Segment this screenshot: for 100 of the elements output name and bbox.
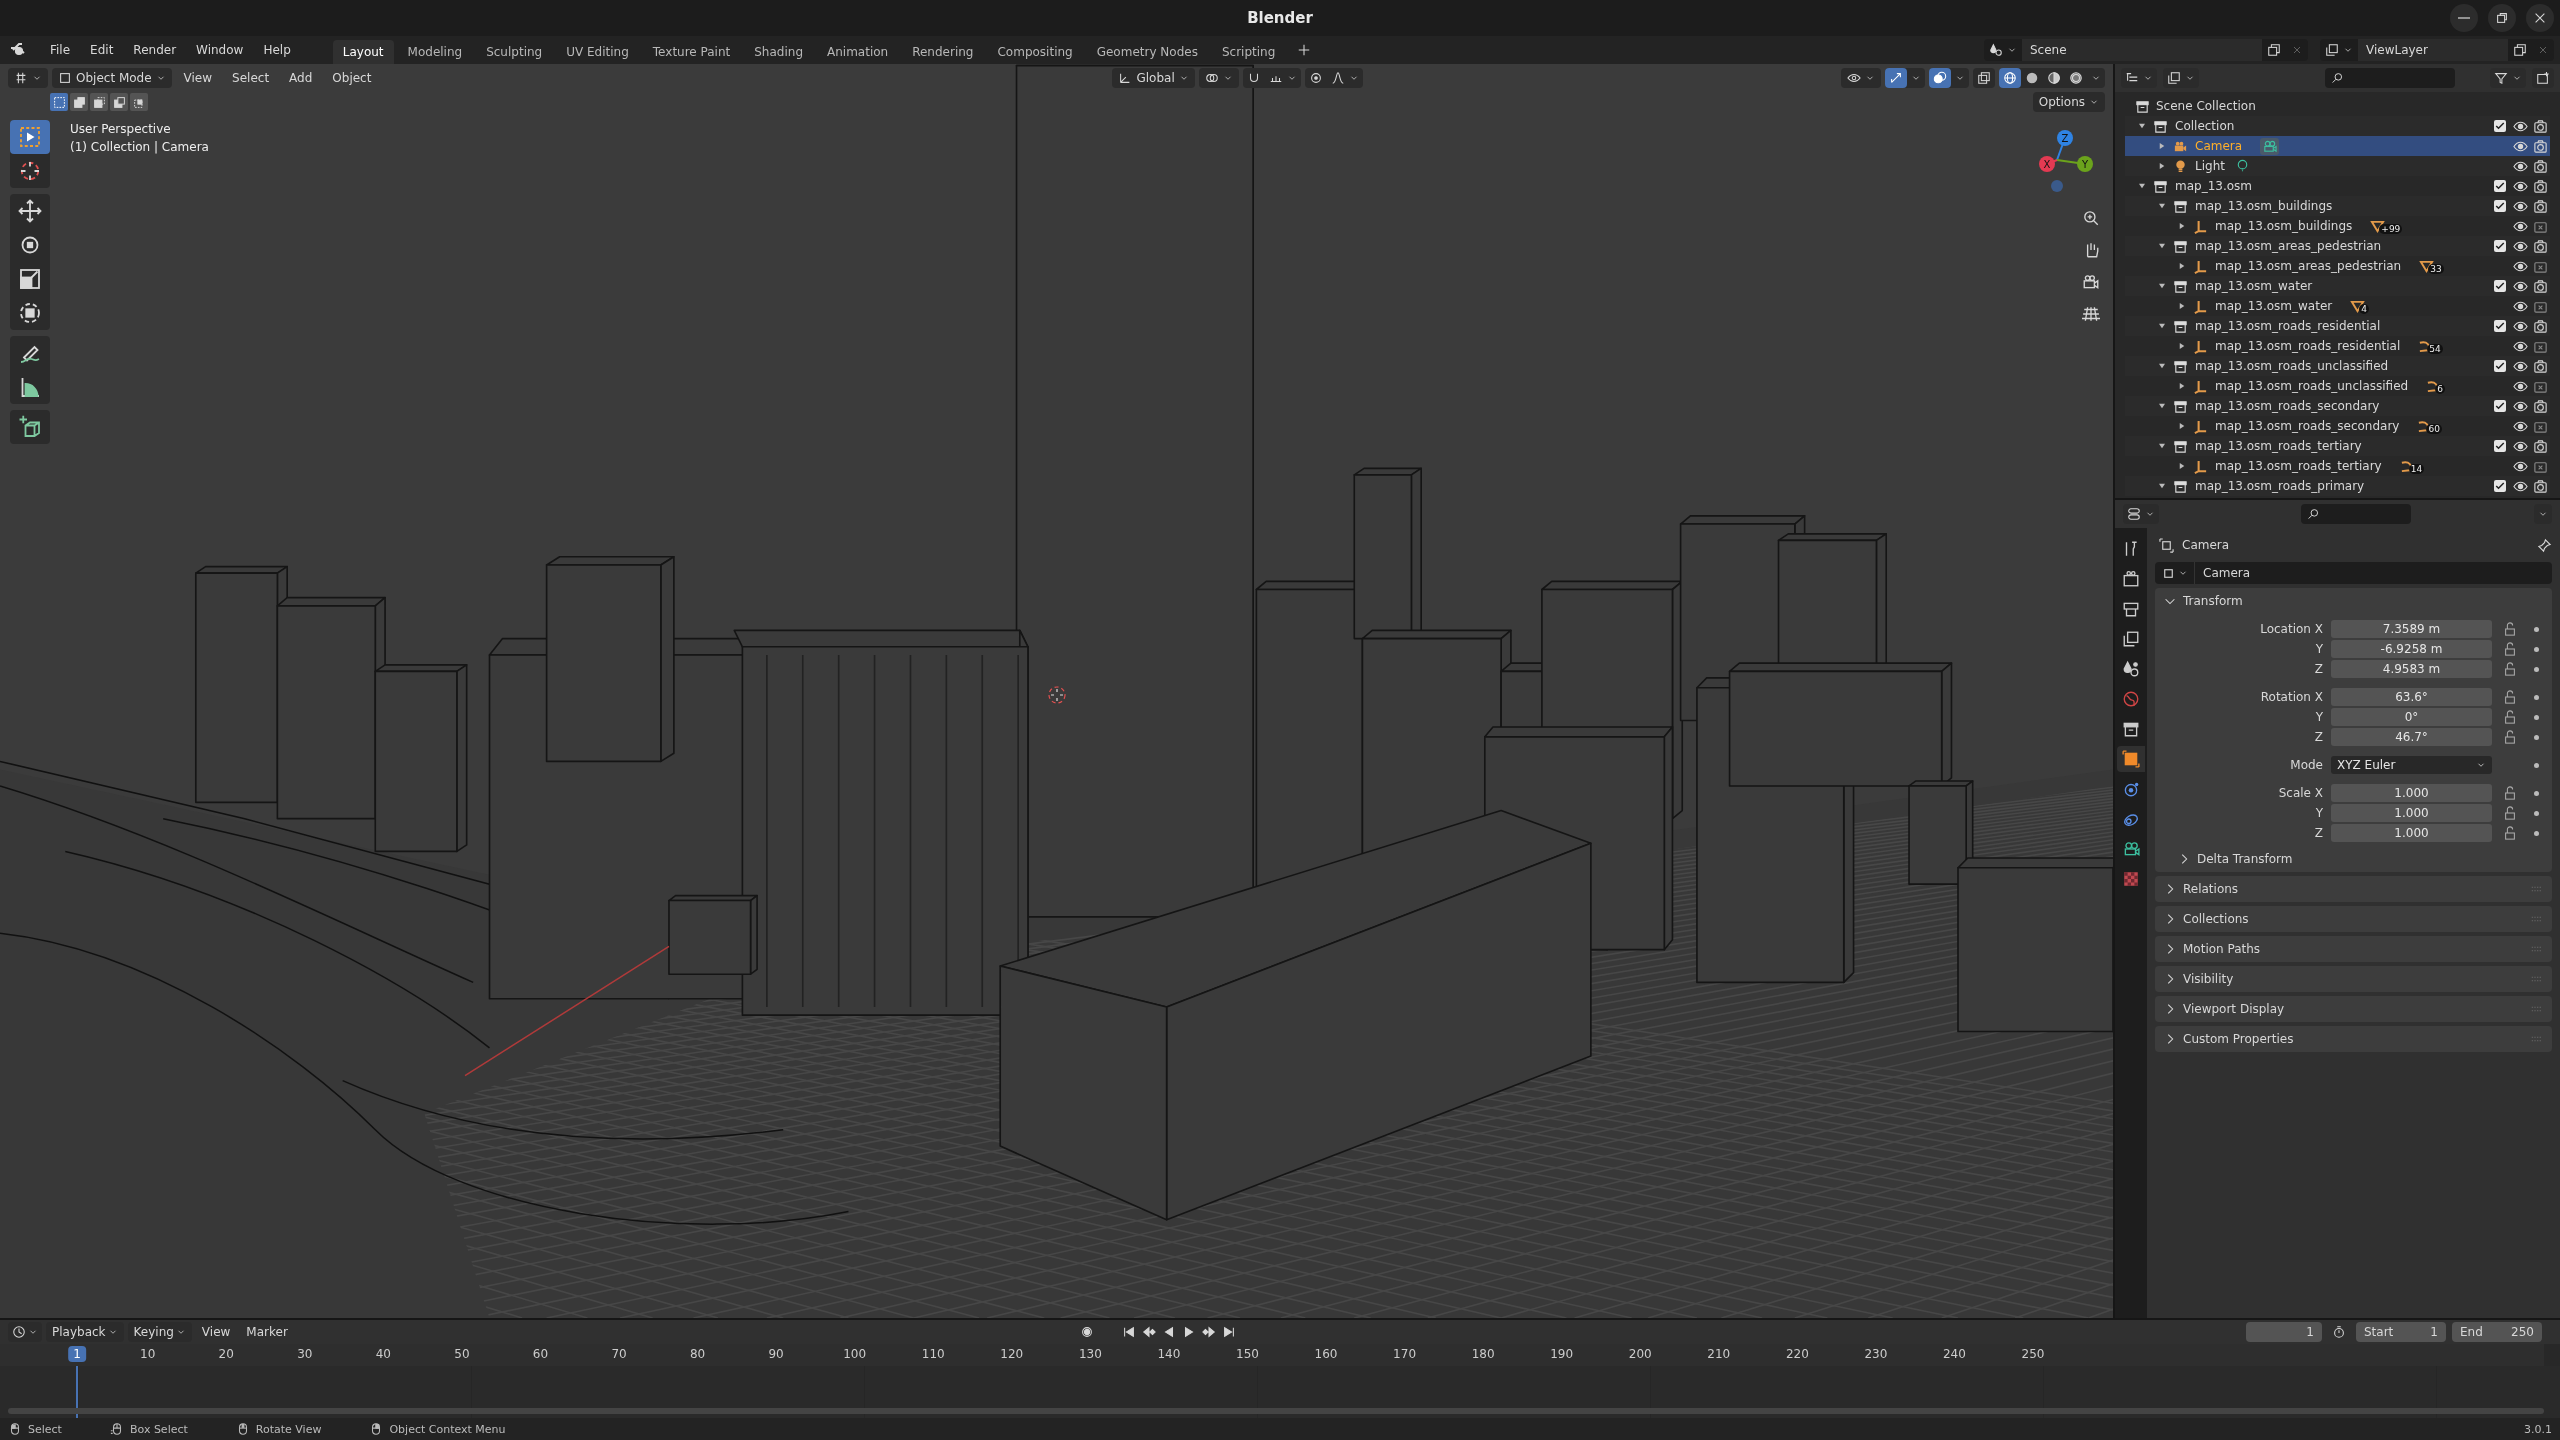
frame-number: 170 — [1393, 1347, 1416, 1361]
property-label: Z — [2313, 730, 2323, 744]
workspace-tab[interactable]: Shading — [744, 40, 813, 64]
number-field[interactable]: 1.000 — [2331, 824, 2492, 842]
number-field[interactable]: 46.7° — [2331, 728, 2492, 746]
number-field[interactable]: 0° — [2331, 708, 2492, 726]
workspace-tab[interactable]: Compositing — [987, 40, 1083, 64]
workspace-tab[interactable]: Geometry Nodes — [1086, 40, 1208, 64]
number-field[interactable]: -6.9258 m — [2331, 640, 2492, 658]
outliner-row[interactable]: Camera — [2125, 136, 2550, 156]
frame-number: 160 — [1314, 1347, 1338, 1361]
viewport-info-text: User Perspective — [70, 122, 172, 136]
workspace-tab[interactable]: Sculpting — [476, 40, 553, 64]
frame-number: 150 — [1236, 1347, 1259, 1361]
outliner-row[interactable]: map_13.osm — [2125, 176, 2550, 196]
frame-number: 190 — [1550, 1347, 1574, 1361]
axis-label: X — [2043, 158, 2051, 170]
outliner-row[interactable]: map_13.osm_roads_tertiary 14 — [2125, 456, 2550, 476]
mode-dropdown[interactable]: Object Mode — [52, 68, 172, 88]
workspace-tab[interactable]: Rendering — [902, 40, 984, 64]
property-label: Mode — [2289, 758, 2323, 772]
frame-number: 10 — [140, 1347, 156, 1361]
frame-number: 80 — [689, 1347, 706, 1361]
menu-item[interactable]: Render — [125, 40, 185, 60]
outliner-row[interactable]: map_13.osm_buildings +99 — [2125, 216, 2550, 236]
property-label: Y — [2314, 642, 2323, 656]
menu-item[interactable]: Help — [255, 40, 299, 60]
panel-header[interactable]: Transform — [2155, 588, 2251, 614]
menu-item[interactable]: View — [175, 69, 221, 87]
menu-item[interactable]: Object — [324, 69, 380, 87]
frame-number: 20 — [218, 1347, 234, 1361]
frame-number: 250 — [2021, 1347, 2045, 1361]
axis-label: Z — [2061, 132, 2069, 144]
frame-number: 120 — [1000, 1347, 1024, 1361]
status-hint: Box Select — [129, 1422, 188, 1436]
subpanel-header[interactable]: Delta Transform — [2155, 846, 2293, 872]
outliner-item-label: map_13.osm_roads_residential — [2215, 339, 2401, 353]
menu-dropdown[interactable]: Keying — [127, 1322, 192, 1342]
view-layer-name-field[interactable]: ViewLayer — [2358, 39, 2508, 61]
outliner-item-label: map_13.osm_areas_pedestrian — [2195, 239, 2382, 253]
frame-number: 180 — [1471, 1347, 1495, 1361]
number-field[interactable]: 63.6° — [2331, 688, 2492, 706]
outliner-item-label: map_13.osm_water — [2215, 299, 2333, 313]
menu-item[interactable]: View — [195, 1323, 237, 1341]
object-name-field[interactable]: Camera — [2195, 566, 2251, 580]
menu-item[interactable]: Window — [188, 40, 252, 60]
count-badge: +99 — [2379, 223, 2403, 234]
number-field[interactable]: 4.9583 m — [2331, 660, 2492, 678]
count-badge: 60 — [2426, 423, 2442, 434]
workspace-tab[interactable]: UV Editing — [556, 40, 639, 64]
outliner-item-label: map_13.osm_roads_secondary — [2195, 399, 2380, 413]
workspace-tab[interactable]: Texture Paint — [642, 40, 741, 64]
orientation-dropdown[interactable]: Global — [1112, 68, 1195, 88]
outliner-row[interactable]: map_13.osm_roads_residential 54 — [2125, 336, 2550, 356]
outliner-item-label: map_13.osm_buildings — [2215, 219, 2353, 233]
property-label: Y — [2314, 710, 2323, 724]
number-field[interactable]: 1.000 — [2331, 784, 2492, 802]
number-field[interactable]: 7.3589 m — [2331, 620, 2492, 638]
outliner-item-label: map_13.osm_water — [2195, 279, 2313, 293]
number-field[interactable]: 1.000 — [2331, 804, 2492, 822]
current-frame-field[interactable]: 1 — [2246, 1322, 2322, 1342]
frame-number: 140 — [1157, 1347, 1181, 1361]
menu-item[interactable]: Add — [281, 69, 321, 87]
options-dropdown[interactable]: Options — [2032, 92, 2105, 112]
count-badge: 54 — [2427, 343, 2443, 354]
outliner-row[interactable]: map_13.osm_areas_pedestrian 33 — [2125, 256, 2550, 276]
end-frame-field[interactable]: End 250 — [2452, 1322, 2542, 1342]
workspace-tab[interactable]: Animation — [817, 40, 899, 64]
outliner-item-label: map_13.osm_roads_unclassified — [2215, 379, 2409, 393]
scene-name-field[interactable]: Scene — [2022, 39, 2262, 61]
menu-dropdown[interactable]: Playback — [46, 1322, 124, 1342]
outliner-row[interactable]: map_13.osm_roads_unclassified 6 — [2125, 376, 2550, 396]
workspace-tab[interactable]: Layout — [332, 40, 394, 64]
mode-dropdown[interactable]: XYZ Euler — [2331, 756, 2492, 774]
property-label: Z — [2313, 826, 2323, 840]
outliner-item-label: Scene Collection — [2156, 99, 2256, 113]
property-label: Scale X — [2277, 786, 2323, 800]
workspace-tab[interactable]: Scripting — [1211, 40, 1286, 64]
outliner-item-label: map_13.osm_roads_tertiary — [2195, 439, 2362, 453]
status-hint: Select — [28, 1422, 62, 1436]
menu-item[interactable]: Marker — [240, 1323, 294, 1341]
outliner-row[interactable]: map_13.osm_water 4 — [2125, 296, 2550, 316]
workspace-tab[interactable]: Modeling — [397, 40, 473, 64]
frame-number: 230 — [1864, 1347, 1888, 1361]
version-label: 3.0.1 — [2524, 1422, 2552, 1436]
outliner-item-label: map_13.osm_roads_primary — [2195, 479, 2365, 493]
property-label: Y — [2314, 806, 2323, 820]
menu-item[interactable]: File — [42, 40, 79, 60]
status-hint: Rotate View — [255, 1422, 322, 1436]
frame-number: 100 — [843, 1347, 867, 1361]
context-path: Camera — [2182, 538, 2230, 552]
menu-item[interactable]: Select — [224, 69, 278, 87]
playhead-frame-label[interactable]: 1 — [68, 1346, 86, 1362]
viewport-info-text: (1) Collection | Camera — [70, 140, 209, 154]
menu-item[interactable]: Edit — [82, 40, 122, 60]
frame-number: 60 — [532, 1347, 549, 1361]
frame-number: 110 — [921, 1347, 945, 1361]
start-frame-field[interactable]: Start 1 — [2356, 1322, 2446, 1342]
outliner-item-label: Camera — [2195, 139, 2243, 153]
outliner-row[interactable]: map_13.osm_roads_secondary 60 — [2125, 416, 2550, 436]
